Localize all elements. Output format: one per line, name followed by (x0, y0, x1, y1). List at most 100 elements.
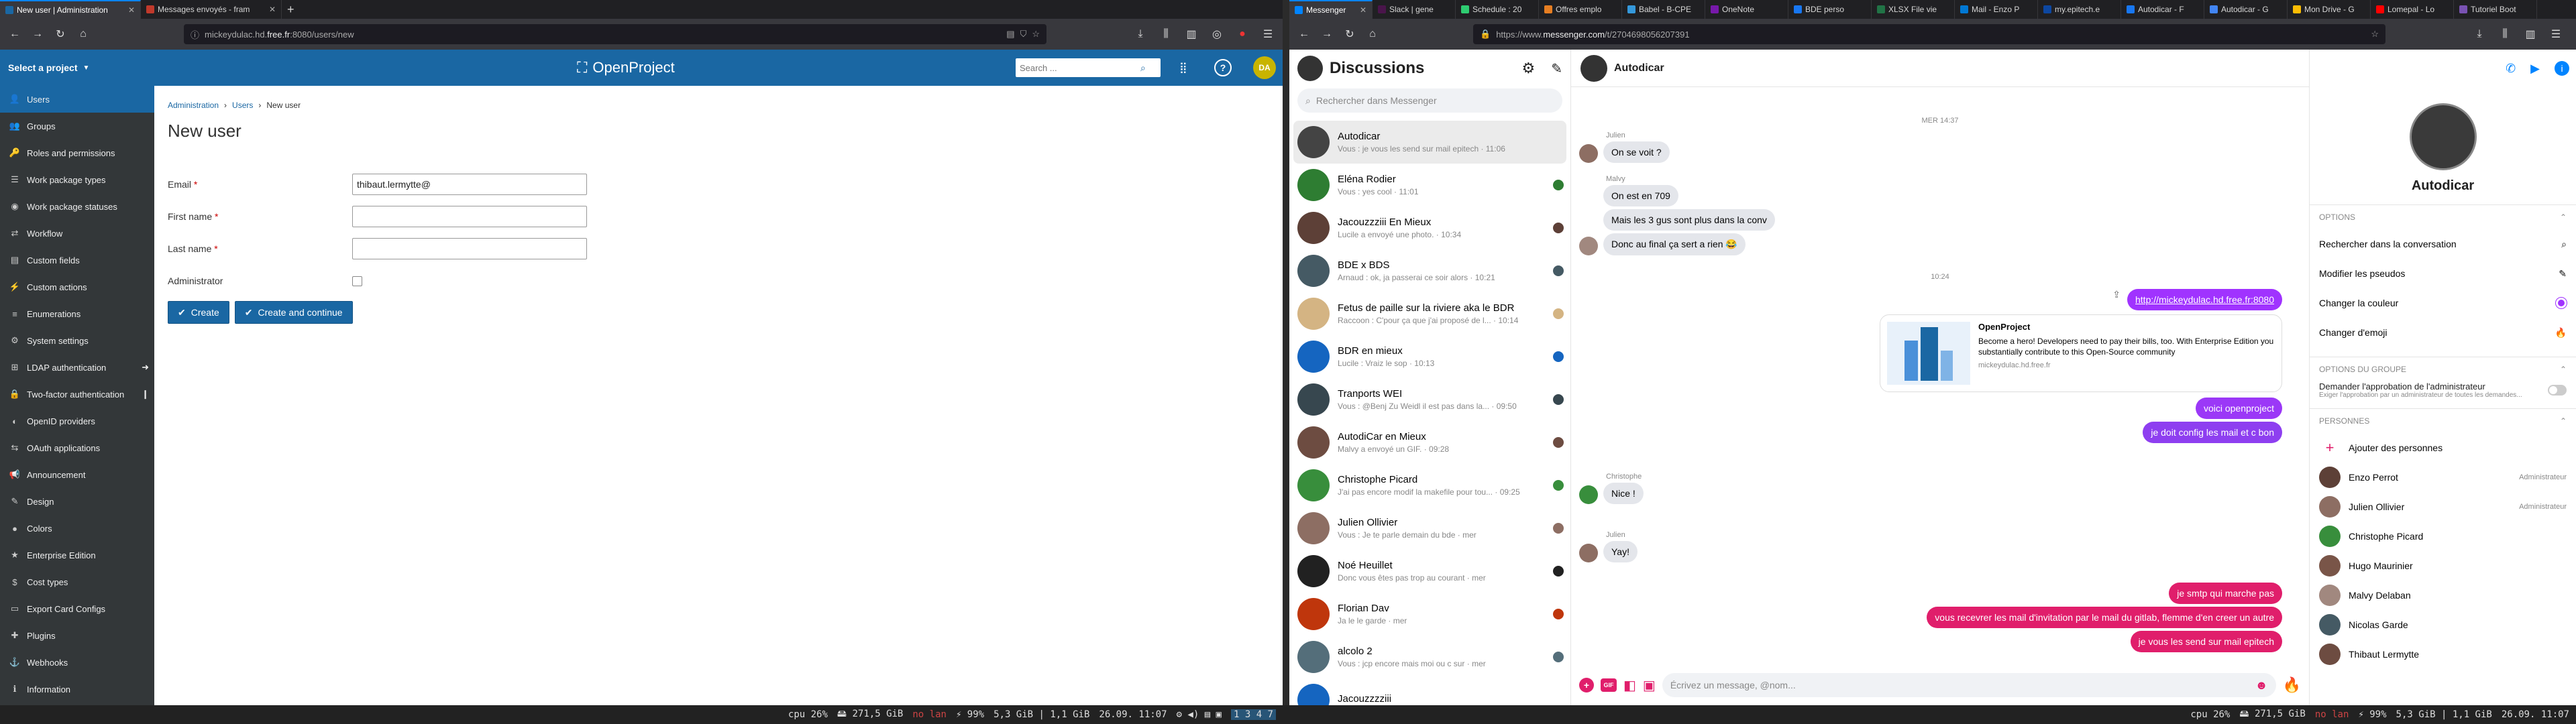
message-bubble[interactable]: Nice ! (1603, 483, 1644, 504)
project-selector[interactable]: Select a project ▼ (0, 62, 154, 73)
conversation-item[interactable]: Fetus de paille sur la riviere aka le BD… (1289, 292, 1570, 335)
sidebar-item-two-factor-authentication[interactable]: 🔒 Two-factor authentication ❙ (0, 381, 154, 408)
bookmark-star-icon[interactable]: ☆ (1032, 29, 1040, 40)
reader-icon[interactable]: ▤ (1006, 29, 1014, 40)
conversation-item[interactable]: Autodicar Vous : je vous les send sur mai… (1293, 121, 1566, 164)
tab-offres-emplo[interactable]: Offres emplo (1539, 0, 1622, 19)
create-button[interactable]: ✔ Create (168, 301, 229, 324)
left-url-bar[interactable]: ⓘ mickeydulac.hd.free.fr:8080/users/new … (184, 24, 1046, 44)
message-bubble[interactable]: je smtp qui marche pas (2169, 583, 2282, 604)
create-and-continue-button[interactable]: ✔ Create and continue (234, 301, 353, 324)
right-url-bar[interactable]: 🔒 https://www.messenger.com/t/2704698056… (1473, 24, 2385, 44)
link-preview-card[interactable]: OpenProject Become a hero! Developers ne… (1880, 314, 2282, 392)
sidebar-item-webhooks[interactable]: ⚓ Webhooks (0, 649, 154, 676)
extension-icon[interactable]: ● (1233, 25, 1252, 44)
tab-my-epitech-e[interactable]: my.epitech.e (2038, 0, 2121, 19)
administrator-checkbox[interactable] (352, 276, 362, 286)
sidebar-item-colors[interactable]: ● Colors (0, 515, 154, 542)
menu-icon[interactable]: ☰ (1258, 25, 1277, 44)
emoji-icon[interactable]: ☻ (2255, 678, 2268, 692)
video-icon[interactable]: ▶ (2530, 62, 2540, 76)
conversation-item[interactable]: Julien Ollivier Vous : Je te parle demain… (1289, 507, 1570, 550)
tab-messenger[interactable]: Messenger ✕ (1289, 0, 1373, 19)
group-options-header[interactable]: OPTIONS DU GROUPE ⌃ (2310, 357, 2576, 381)
share-icon[interactable]: ⇪ (2112, 289, 2121, 310)
person-item[interactable]: Christophe Picard (2310, 522, 2576, 551)
new-tab-button[interactable]: + (282, 0, 300, 19)
sidebar-item-announcement[interactable]: 📢 Announcement (0, 461, 154, 488)
person-item[interactable]: Julien Ollivier Administrateur (2310, 492, 2576, 522)
global-search[interactable]: ⌕ (1016, 58, 1161, 77)
message-bubble[interactable]: je doit config les mail et c bon (2143, 422, 2282, 443)
profile-avatar[interactable] (1297, 56, 1323, 81)
plus-icon[interactable]: + (1579, 678, 1594, 692)
help-icon[interactable]: ? (1214, 59, 1232, 76)
sidebar-item-enterprise-edition[interactable]: ★ Enterprise Edition (0, 542, 154, 568)
sidebar-item-enumerations[interactable]: ≡ Enumerations (0, 300, 154, 327)
sidebar-item-openid-providers[interactable]: ◐ OpenID providers (0, 408, 154, 434)
fire-emoji-icon[interactable]: 🔥 (2283, 676, 2301, 694)
global-search-input[interactable] (1020, 60, 1140, 76)
tab-babel-b-cpe[interactable]: Babel - B-CPE (1622, 0, 1705, 19)
message-bubble[interactable]: vous recevrer les mail d'invitation par … (1927, 607, 2282, 628)
gear-icon[interactable]: ⚙ (1522, 60, 1536, 77)
person-item[interactable]: Nicolas Garde (2310, 610, 2576, 640)
info-icon[interactable]: i (2555, 61, 2569, 76)
conversation-item[interactable]: Tranports WEI Vous : @Benj Zu Weidl il es… (1289, 378, 1570, 421)
user-avatar[interactable]: DA (1253, 56, 1276, 79)
breadcrumb-users[interactable]: Users (232, 101, 253, 110)
tab-xlsx-file-vie[interactable]: XLSX File vie (1872, 0, 1955, 19)
download-icon[interactable]: ⤓ (2470, 25, 2489, 44)
sidebar-item-custom-fields[interactable]: ▤ Custom fields (0, 247, 154, 274)
account-icon[interactable]: ◎ (1208, 25, 1226, 44)
conversation-item[interactable]: alcolo 2 Vous : jcp encore mais moi ou c … (1289, 636, 1570, 678)
message-input[interactable]: Écrivez un message, @nom... ☻ (1662, 673, 2276, 697)
people-section-header[interactable]: PERSONNES ⌃ (2310, 409, 2576, 433)
email-field[interactable] (352, 174, 587, 195)
forward-icon[interactable]: → (28, 25, 47, 44)
sidebar-item-groups[interactable]: 👥 Groups (0, 113, 154, 139)
library-icon[interactable]: ⫼ (1157, 25, 1175, 44)
person-item[interactable]: Hugo Maurinier (2310, 551, 2576, 581)
sticker-icon[interactable]: ◧ (1623, 677, 1636, 694)
back-icon[interactable]: ← (1295, 25, 1313, 44)
close-tab-icon[interactable]: ✕ (269, 5, 276, 14)
message-bubble[interactable]: On se voit ? (1603, 141, 1670, 163)
tab-onenote[interactable]: OneNote (1705, 0, 1788, 19)
sidebar-item-work-package-types[interactable]: ☰ Work package types (0, 166, 154, 193)
conversation-item[interactable]: Eléna Rodier Vous : yes cool · 11:01 (1289, 164, 1570, 206)
conversation-item[interactable]: Florian Dav Ja le le garde · mer (1289, 593, 1570, 636)
message-bubble[interactable]: Donc au final ça sert a rien 😂 (1603, 233, 1746, 255)
sidebar-item-design[interactable]: ✎ Design (0, 488, 154, 515)
tab-openproject[interactable]: New user | Administration ✕ (0, 0, 141, 19)
sidebar-item-roles-and-permissions[interactable]: 🔑 Roles and permissions (0, 139, 154, 166)
tab-tutoriel-boot[interactable]: Tutoriel Boot (2454, 0, 2537, 19)
message-bubble[interactable]: Yay! (1603, 541, 1638, 562)
search-conversation-option[interactable]: Rechercher dans la conversation ⌕ (2310, 229, 2576, 259)
firstname-field[interactable] (352, 206, 587, 227)
chat-avatar[interactable] (1580, 54, 1607, 82)
group-avatar[interactable] (2409, 103, 2477, 170)
person-item[interactable]: Malvy Delaban (2310, 581, 2576, 610)
tab-slack-gene[interactable]: Slack | gene (1373, 0, 1456, 19)
conversation-item[interactable]: BDE x BDS Arnaud : ok, ja passerai ce soi… (1289, 249, 1570, 292)
message-bubble[interactable]: On est en 709 (1603, 185, 1678, 206)
tab-autodicar-f[interactable]: Autodicar - F (2121, 0, 2204, 19)
forward-icon[interactable]: → (1318, 25, 1336, 44)
back-icon[interactable]: ← (5, 25, 24, 44)
sidebar-item-export-card-configs[interactable]: ▭ Export Card Configs (0, 595, 154, 622)
edit-nicknames-option[interactable]: Modifier les pseudos ✎ (2310, 259, 2576, 288)
tab-mon-drive-g[interactable]: Mon Drive - G (2288, 0, 2371, 19)
pocket-icon[interactable]: ⛉ (1020, 29, 1027, 40)
sidebar-icon[interactable]: ▥ (2521, 25, 2540, 44)
sidebar-item-cost-types[interactable]: $ Cost types (0, 568, 154, 595)
tab-schedule-20[interactable]: Schedule : 20 (1456, 0, 1539, 19)
conversation-item[interactable]: BDR en mieux Lucile : Vraiz le sop · 10:1… (1289, 335, 1570, 378)
message-bubble[interactable]: je vous les send sur mail epitech (2130, 631, 2282, 652)
tab-autodicar-g[interactable]: Autodicar - G (2204, 0, 2288, 19)
person-item[interactable]: Thibaut Lermytte (2310, 640, 2576, 669)
breadcrumb-administration[interactable]: Administration (168, 101, 219, 110)
sidebar-item-custom-actions[interactable]: ⚡ Custom actions (0, 274, 154, 300)
download-icon[interactable]: ⤓ (1131, 25, 1150, 44)
close-tab-icon[interactable]: ✕ (1360, 5, 1366, 15)
